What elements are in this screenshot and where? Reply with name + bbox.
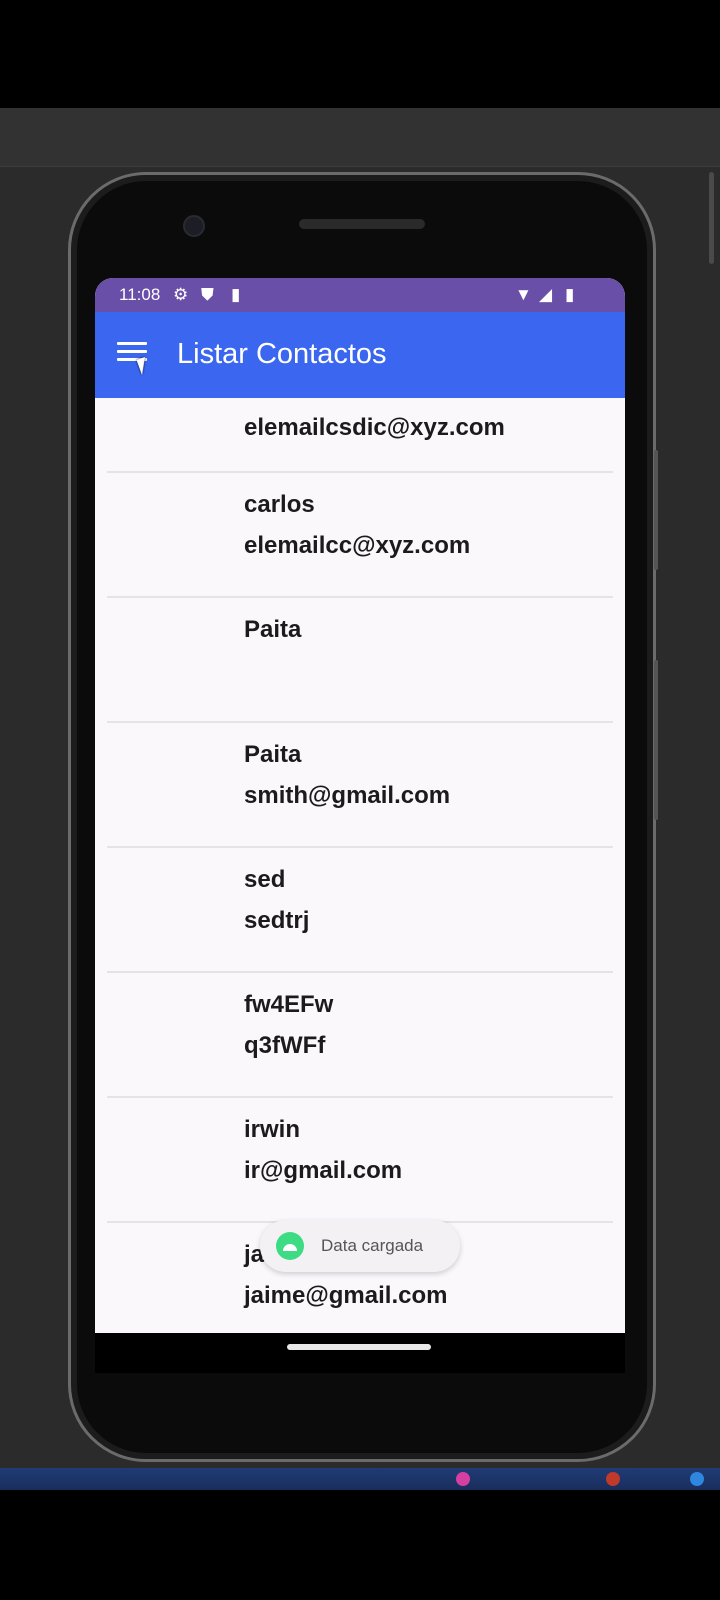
contact-list[interactable]: elemailcsdic@xyz.com carlos elemailcc@xy… [95, 398, 625, 1333]
toast-message: Data cargada [260, 1220, 460, 1272]
contact-email: elemailcc@xyz.com [244, 532, 471, 559]
navigation-bar [95, 1333, 625, 1373]
status-bar: 11:08 ⚙ ⛊ ▮ ▼ ◢ ▮ [95, 278, 625, 312]
scrollbar-thumb[interactable] [709, 172, 714, 264]
device-screen: 11:08 ⚙ ⛊ ▮ ▼ ◢ ▮ Listar Contactos elema… [95, 278, 625, 1333]
contact-email: smith@gmail.com [244, 782, 451, 809]
page-title: Listar Contactos [177, 338, 387, 370]
contact-name: sed [244, 866, 286, 893]
status-time: 11:08 [119, 285, 161, 304]
contact-name: irwin [244, 1116, 301, 1143]
taskbar-app-icon[interactable] [606, 1472, 620, 1486]
earpiece-speaker [299, 219, 425, 229]
contact-email: ir@gmail.com [244, 1157, 403, 1184]
volume-button [654, 660, 658, 820]
host-taskbar [0, 1468, 720, 1490]
contact-name: Paita [244, 741, 302, 768]
top-letterbox [0, 0, 720, 108]
contact-name: fw4EFw [244, 991, 334, 1018]
front-camera [183, 215, 205, 237]
battery-icon: ▮ [565, 285, 575, 304]
taskbar-app-icon[interactable] [690, 1472, 704, 1486]
gear-icon: ⚙ [173, 285, 189, 304]
list-item[interactable]: elemailcsdic@xyz.com [107, 398, 613, 473]
toast-text: Data cargada [321, 1236, 424, 1255]
power-button [654, 450, 658, 570]
contact-email: sedtrj [244, 907, 310, 934]
list-item[interactable]: sed sedtrj [107, 848, 613, 973]
home-gesture-handle[interactable] [287, 1344, 431, 1350]
contact-name: Paita [244, 616, 302, 643]
emulator-toolbar [0, 108, 720, 167]
bottom-letterbox [0, 1490, 720, 1600]
signal-icon: ◢ [539, 285, 553, 304]
list-item[interactable]: carlos elemailcc@xyz.com [107, 473, 613, 598]
mouse-cursor-icon [136, 356, 151, 376]
list-item[interactable]: fw4EFw q3fWFf [107, 973, 613, 1098]
contact-email: jaime@gmail.com [244, 1282, 448, 1309]
taskbar-app-icon[interactable] [456, 1472, 470, 1486]
contact-email: q3fWFf [244, 1032, 326, 1059]
list-item[interactable]: irwin ir@gmail.com [107, 1098, 613, 1223]
app-bar: Listar Contactos [95, 312, 625, 398]
contact-name: carlos [244, 491, 315, 518]
wifi-icon: ▼ [515, 285, 532, 304]
sd-card-icon: ▮ [231, 285, 241, 304]
shield-icon: ⛊ [201, 285, 214, 304]
android-logo-icon [276, 1232, 304, 1260]
contact-email: elemailcsdic@xyz.com [244, 414, 505, 441]
list-item[interactable]: Paita smith@gmail.com [107, 723, 613, 848]
list-item[interactable]: Paita [107, 598, 613, 723]
